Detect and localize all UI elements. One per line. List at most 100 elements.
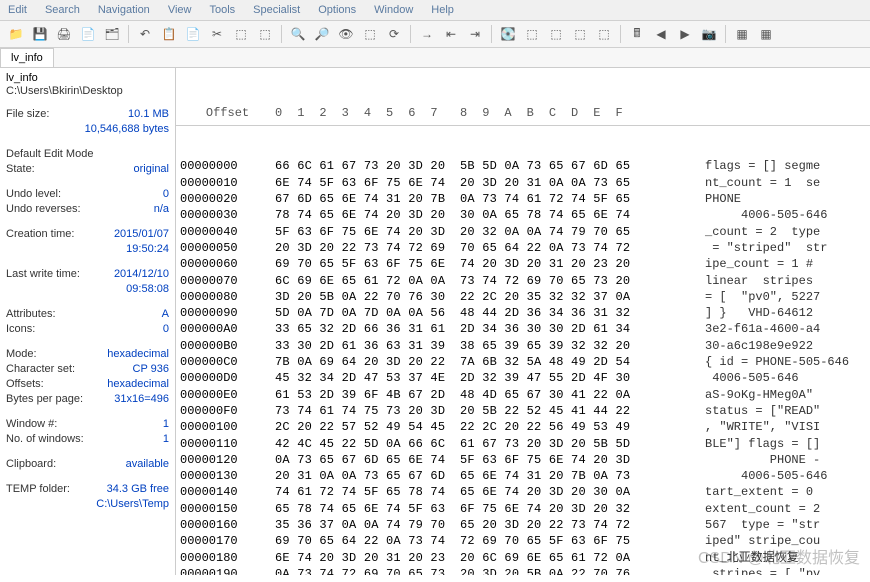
state-value: original xyxy=(134,162,169,177)
hex-row[interactable]: 000000803D 20 5B 0A 22 70 76 30 22 2C 20… xyxy=(180,289,870,305)
separator xyxy=(128,25,129,43)
prev-icon[interactable]: ◀ xyxy=(651,24,671,44)
replace-icon[interactable]: 👁 xyxy=(336,24,356,44)
camera-icon[interactable]: 📷 xyxy=(699,24,719,44)
save-icon[interactable]: 💾 xyxy=(30,24,50,44)
menu-edit[interactable]: Edit xyxy=(8,4,27,16)
copy-icon[interactable]: 📋 xyxy=(159,24,179,44)
hex-row[interactable]: 000000106E 74 5F 63 6F 75 6E 74 20 3D 20… xyxy=(180,175,870,191)
menu-specialist[interactable]: Specialist xyxy=(253,4,300,16)
win-label: Window #: xyxy=(6,417,57,432)
hex-row[interactable]: 000000C07B 0A 69 64 20 3D 20 22 7A 6B 32… xyxy=(180,354,870,370)
image-icon[interactable]: ⬚ xyxy=(570,24,590,44)
calc-icon[interactable]: 🖩 xyxy=(627,24,647,44)
temp-value: 34.3 GB free xyxy=(107,482,169,497)
hex-row[interactable]: 0000006069 70 65 5F 63 6F 75 6E 74 20 3D… xyxy=(180,256,870,272)
hash-icon[interactable]: ⬚ xyxy=(594,24,614,44)
menu-navigation[interactable]: Navigation xyxy=(98,4,150,16)
undo-icon[interactable]: ↶ xyxy=(135,24,155,44)
nwin-value: 1 xyxy=(163,432,169,447)
charset-value: CP 936 xyxy=(133,362,170,377)
hex-header: Offset0 1 2 3 4 5 6 7 8 9 A B C D E F xyxy=(176,101,870,126)
menu-options[interactable]: Options xyxy=(318,4,356,16)
hex-row[interactable]: 0000000066 6C 61 67 73 20 3D 20 5B 5D 0A… xyxy=(180,158,870,174)
filesize-label: File size: xyxy=(6,107,49,122)
hex-row[interactable]: 000001002C 20 22 57 52 49 54 45 22 2C 20… xyxy=(180,419,870,435)
hex-row[interactable]: 0000015065 78 74 65 6E 74 5F 63 6F 75 6E… xyxy=(180,501,870,517)
hex-row[interactable]: 000000706C 69 6E 65 61 72 0A 0A 73 74 72… xyxy=(180,273,870,289)
separator xyxy=(410,25,411,43)
attr-label: Attributes: xyxy=(6,307,56,322)
paste-icon[interactable]: 📄 xyxy=(183,24,203,44)
clone-icon[interactable]: ⬚ xyxy=(546,24,566,44)
offsets-value: hexadecimal xyxy=(107,377,169,392)
hex-row[interactable]: 000001900A 73 74 72 69 70 65 73 20 3D 20… xyxy=(180,566,870,575)
cut-icon[interactable]: ✂ xyxy=(207,24,227,44)
nwin-label: No. of windows: xyxy=(6,432,84,447)
file-path: C:\Users\Bkirin\Desktop xyxy=(6,85,169,97)
hex-icon[interactable]: ⬚ xyxy=(255,24,275,44)
editmode-label: Default Edit Mode xyxy=(6,147,93,162)
menu-search[interactable]: Search xyxy=(45,4,80,16)
hex-row[interactable]: 000000D045 32 34 2D 47 53 37 4E 2D 32 39… xyxy=(180,370,870,386)
icons-label: Icons: xyxy=(6,322,35,337)
temp-label: TEMP folder: xyxy=(6,482,70,497)
open-icon[interactable]: 📁 xyxy=(6,24,26,44)
icons-value: 0 xyxy=(163,322,169,337)
file-name: lv_info xyxy=(6,72,169,84)
doc-icon[interactable]: 📄 xyxy=(78,24,98,44)
undo-level-value: 0 xyxy=(163,187,169,202)
binary-icon[interactable]: ⬚ xyxy=(231,24,251,44)
menu-window[interactable]: Window xyxy=(374,4,413,16)
charset-label: Character set: xyxy=(6,362,75,377)
print-icon[interactable]: 🖨 xyxy=(54,24,74,44)
hex-row[interactable]: 0000013020 31 0A 0A 73 65 67 6D 65 6E 74… xyxy=(180,468,870,484)
tab-lv-info[interactable]: lv_info xyxy=(0,48,54,67)
table-icon[interactable]: ▦ xyxy=(732,24,752,44)
hex-row[interactable]: 000000B033 30 2D 61 36 63 31 39 38 65 39… xyxy=(180,338,870,354)
filesize-value: 10.1 MB xyxy=(128,107,169,122)
disk-icon[interactable]: 💽 xyxy=(498,24,518,44)
forward-icon[interactable]: ⇥ xyxy=(465,24,485,44)
goto-icon[interactable]: ⬚ xyxy=(360,24,380,44)
hex-row[interactable]: 0000016035 36 37 0A 0A 74 79 70 65 20 3D… xyxy=(180,517,870,533)
hex-row[interactable]: 0000003078 74 65 6E 74 20 3D 20 30 0A 65… xyxy=(180,207,870,223)
separator xyxy=(491,25,492,43)
hex-row[interactable]: 0000005020 3D 20 22 73 74 72 69 70 65 64… xyxy=(180,240,870,256)
hex-row[interactable]: 000000A033 65 32 2D 66 36 31 61 2D 34 36… xyxy=(180,321,870,337)
options-icon[interactable]: ▦ xyxy=(756,24,776,44)
attr-value: A xyxy=(162,307,169,322)
clip-label: Clipboard: xyxy=(6,457,56,472)
state-label: State: xyxy=(6,162,35,177)
hex-row[interactable]: 0000002067 6D 65 6E 74 31 20 7B 0A 73 74… xyxy=(180,191,870,207)
hex-row[interactable]: 0000014074 61 72 74 5F 65 78 74 65 6E 74… xyxy=(180,484,870,500)
toolbar: 📁 💾 🖨 📄 🗂 ↶ 📋 📄 ✂ ⬚ ⬚ 🔍 🔎 👁 ⬚ ⟳ → ⇤ ⇥ 💽 … xyxy=(0,21,870,48)
find-hex-icon[interactable]: 🔎 xyxy=(312,24,332,44)
hex-row[interactable]: 000000405F 63 6F 75 6E 74 20 3D 20 32 0A… xyxy=(180,224,870,240)
back-icon[interactable]: ⇤ xyxy=(441,24,461,44)
bpp-label: Bytes per page: xyxy=(6,392,83,407)
ctime-label: Creation time: xyxy=(6,227,74,242)
temp-path: C:\Users\Temp xyxy=(96,497,169,512)
menu-view[interactable]: View xyxy=(168,4,192,16)
separator xyxy=(620,25,621,43)
properties-icon[interactable]: 🗂 xyxy=(102,24,122,44)
hex-row[interactable]: 0000017069 70 65 64 22 0A 73 74 72 69 70… xyxy=(180,533,870,549)
menu-help[interactable]: Help xyxy=(431,4,454,16)
hex-row[interactable]: 000000905D 0A 7D 0A 7D 0A 0A 56 48 44 2D… xyxy=(180,305,870,321)
filesize-bytes: 10,546,688 bytes xyxy=(85,122,169,137)
hex-editor[interactable]: Offset0 1 2 3 4 5 6 7 8 9 A B C D E F 00… xyxy=(176,68,870,575)
clip-value: available xyxy=(126,457,169,472)
mode-value: hexadecimal xyxy=(107,347,169,362)
tab-bar: lv_info xyxy=(0,48,870,68)
hex-row[interactable]: 000000E061 53 2D 39 6F 4B 67 2D 48 4D 65… xyxy=(180,387,870,403)
hex-row[interactable]: 000000F073 74 61 74 75 73 20 3D 20 5B 22… xyxy=(180,403,870,419)
next-icon[interactable]: ▶ xyxy=(675,24,695,44)
go-icon[interactable]: → xyxy=(417,24,437,44)
hex-row[interactable]: 000001200A 73 65 67 6D 65 6E 74 5F 63 6F… xyxy=(180,452,870,468)
menu-tools[interactable]: Tools xyxy=(209,4,235,16)
sector-icon[interactable]: ⬚ xyxy=(522,24,542,44)
refresh-icon[interactable]: ⟳ xyxy=(384,24,404,44)
find-icon[interactable]: 🔍 xyxy=(288,24,308,44)
hex-row[interactable]: 0000011042 4C 45 22 5D 0A 66 6C 61 67 73… xyxy=(180,436,870,452)
